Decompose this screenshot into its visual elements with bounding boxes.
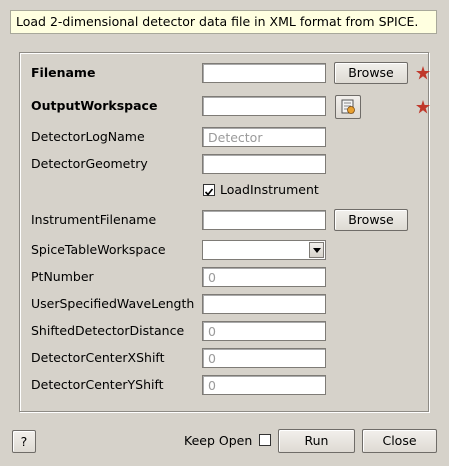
- required-star-icon: [416, 66, 430, 80]
- detector-center-x-shift-label: DetectorCenterXShift: [31, 350, 165, 365]
- detector-geometry-input[interactable]: [202, 154, 326, 174]
- filename-label: Filename: [31, 65, 96, 80]
- load-instrument-checkbox[interactable]: [203, 184, 215, 196]
- workspace-icon: [341, 99, 355, 114]
- detector-log-name-input[interactable]: [202, 127, 326, 147]
- filename-browse-button[interactable]: Browse: [334, 62, 408, 84]
- dropdown-arrow-icon[interactable]: [309, 242, 324, 258]
- run-button[interactable]: Run: [278, 429, 355, 453]
- detector-center-x-shift-input[interactable]: [202, 348, 326, 368]
- keep-open-checkbox[interactable]: [259, 434, 271, 446]
- shifted-detector-distance-input[interactable]: [202, 321, 326, 341]
- pt-number-input[interactable]: [202, 267, 326, 287]
- spice-table-workspace-label: SpiceTableWorkspace: [31, 242, 166, 257]
- detector-center-y-shift-input[interactable]: [202, 375, 326, 395]
- instrument-filename-label: InstrumentFilename: [31, 212, 157, 227]
- user-specified-wavelength-label: UserSpecifiedWaveLength: [31, 296, 195, 311]
- help-button[interactable]: ?: [12, 430, 36, 453]
- output-workspace-label: OutputWorkspace: [31, 98, 158, 113]
- pt-number-label: PtNumber: [31, 269, 94, 284]
- required-star-icon: [416, 100, 430, 114]
- user-specified-wavelength-input[interactable]: [202, 294, 326, 314]
- detector-log-name-label: DetectorLogName: [31, 129, 145, 144]
- detector-geometry-label: DetectorGeometry: [31, 156, 148, 171]
- checkmark-icon: [204, 188, 214, 196]
- instrument-filename-browse-button[interactable]: Browse: [334, 209, 408, 231]
- shifted-detector-distance-label: ShiftedDetectorDistance: [31, 323, 185, 338]
- close-button[interactable]: Close: [362, 429, 437, 453]
- spice-table-workspace-select[interactable]: [202, 240, 326, 260]
- instrument-filename-input[interactable]: [202, 210, 326, 230]
- detector-center-y-shift-label: DetectorCenterYShift: [31, 377, 164, 392]
- load-instrument-label: LoadInstrument: [220, 182, 319, 197]
- keep-open-label: Keep Open: [184, 433, 253, 448]
- filename-input[interactable]: [202, 63, 326, 83]
- workspace-selector-button[interactable]: [335, 95, 361, 119]
- algorithm-description: Load 2-dimensional detector data file in…: [10, 10, 437, 34]
- output-workspace-input[interactable]: [202, 96, 326, 116]
